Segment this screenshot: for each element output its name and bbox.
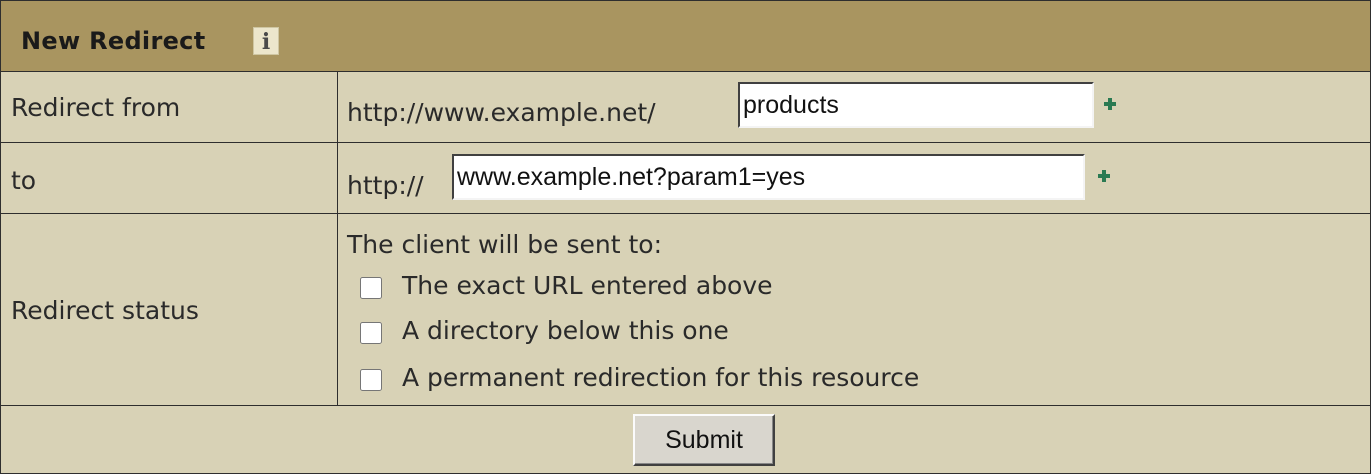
row-divider <box>1 405 1370 406</box>
redirect-to-input[interactable] <box>452 154 1085 200</box>
exact-url-checkbox[interactable] <box>360 277 382 299</box>
directory-below-checkbox[interactable] <box>360 322 382 344</box>
redirect-from-label: Redirect from <box>11 93 181 122</box>
redirect-to-label: to <box>11 166 37 195</box>
redirect-status-label: Redirect status <box>11 296 199 325</box>
row-divider <box>1 142 1370 143</box>
panel-header: New Redirect i <box>1 1 1370 72</box>
submit-button[interactable]: Submit <box>633 414 775 466</box>
exact-url-label[interactable]: The exact URL entered above <box>402 271 773 300</box>
panel-title: New Redirect <box>21 27 206 55</box>
add-plus-icon[interactable] <box>1104 98 1116 110</box>
redirect-to-prefix: http:// <box>347 171 424 200</box>
add-plus-icon[interactable] <box>1098 170 1110 182</box>
redirect-from-input[interactable] <box>738 82 1094 128</box>
directory-below-label[interactable]: A directory below this one <box>402 316 729 345</box>
status-intro-text: The client will be sent to: <box>347 230 663 259</box>
redirect-from-prefix: http://www.example.net/ <box>347 98 656 127</box>
permanent-redirect-label[interactable]: A permanent redirection for this resourc… <box>402 363 919 392</box>
row-divider <box>1 213 1370 214</box>
info-icon[interactable]: i <box>253 27 279 55</box>
column-divider <box>337 72 338 405</box>
permanent-redirect-checkbox[interactable] <box>360 369 382 391</box>
new-redirect-panel: New Redirect i Redirect from http://www.… <box>0 0 1371 474</box>
